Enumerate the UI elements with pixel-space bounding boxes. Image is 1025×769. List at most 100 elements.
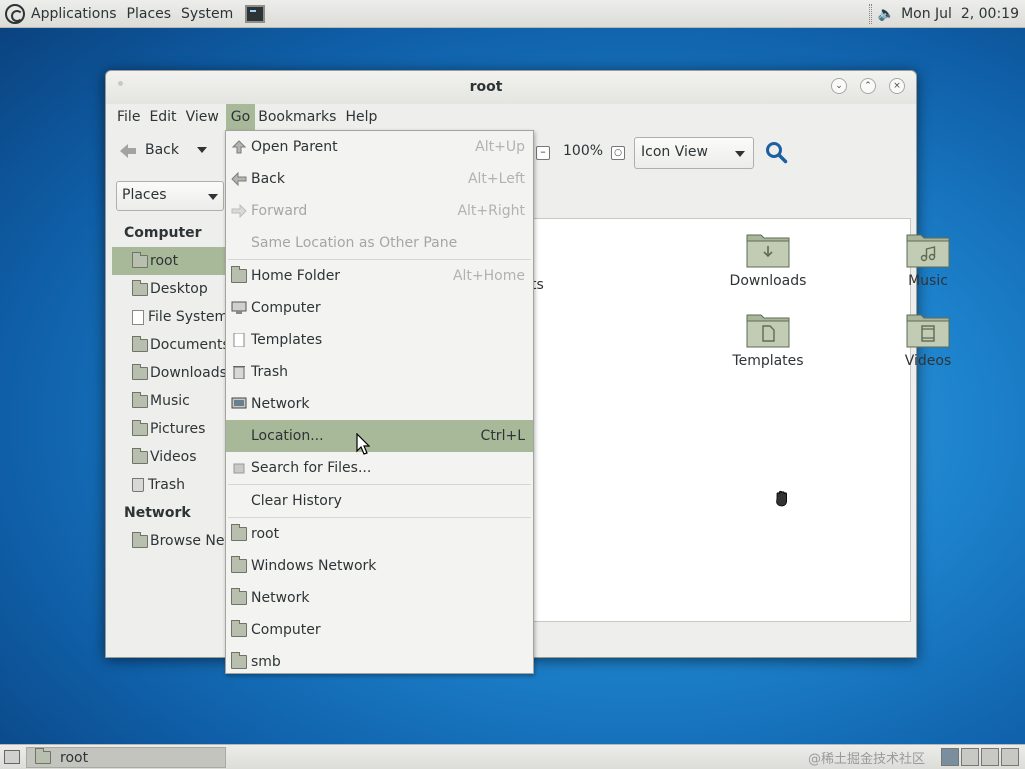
sidebar-mode-value: Places <box>122 187 167 203</box>
menu-edit[interactable]: Edit <box>149 104 182 130</box>
search-icon[interactable] <box>764 140 788 164</box>
go-menu-shortcut: Alt+Up <box>475 139 525 155</box>
sidebar-item-videos[interactable]: Videos <box>112 443 226 471</box>
go-menu-open-parent[interactable]: Open Parent Alt+Up <box>226 131 533 163</box>
go-menu-forward[interactable]: Forward Alt+Right <box>226 195 533 227</box>
go-menu-same-location[interactable]: Same Location as Other Pane <box>226 227 533 259</box>
sidebar-item-file-system[interactable]: File System <box>112 303 226 331</box>
folder-icon <box>132 419 148 436</box>
network-icon <box>132 531 148 548</box>
sidebar: Computer root Desktop File System Docume… <box>112 219 226 651</box>
workspace-4[interactable] <box>1001 748 1019 766</box>
go-menu-history-network[interactable]: Network <box>226 582 533 614</box>
top-panel: Applications Places System 🔈 Mon Jul 2, … <box>0 0 1025 28</box>
menu-help[interactable]: Help <box>345 104 383 130</box>
chevron-down-icon <box>735 151 745 157</box>
sidebar-heading-network: Network <box>124 505 191 521</box>
sidebar-item-label: Desktop <box>150 281 208 297</box>
go-menu-item-label: Computer <box>251 622 321 638</box>
show-desktop-icon[interactable] <box>4 750 20 764</box>
go-menu-templates[interactable]: Templates <box>226 324 533 356</box>
sidebar-item-root[interactable]: root <box>112 247 226 275</box>
clock[interactable]: Mon Jul 2, 00:19 <box>901 6 1019 22</box>
go-menu-search-files[interactable]: Search for Files... <box>226 452 533 484</box>
folder-icon <box>231 652 247 669</box>
system-menu[interactable]: System <box>181 0 243 28</box>
go-menu-history-root[interactable]: root <box>226 518 533 550</box>
go-menu-network[interactable]: Network <box>226 388 533 420</box>
go-menu-item-label: Network <box>251 396 310 412</box>
forward-arrow-icon <box>231 204 247 218</box>
go-menu-history-windows-network[interactable]: Windows Network <box>226 550 533 582</box>
taskbar-button-root[interactable]: root <box>26 747 226 768</box>
sidebar-item-label: Videos <box>150 449 197 465</box>
workspace-2[interactable] <box>961 748 979 766</box>
go-menu-history-computer[interactable]: Computer <box>226 614 533 646</box>
workspace-switcher <box>939 748 1019 766</box>
folder-icon <box>132 279 148 296</box>
videos-folder-icon <box>906 314 950 348</box>
file-item-templates[interactable]: Templates <box>713 309 823 369</box>
sidebar-item-trash[interactable]: Trash <box>112 471 226 499</box>
go-menu-clear-history[interactable]: Clear History <box>226 485 533 517</box>
sidebar-item-downloads[interactable]: Downloads <box>112 359 226 387</box>
terminal-icon[interactable] <box>245 4 266 23</box>
menu-go[interactable]: Go <box>225 104 256 130</box>
sidebar-item-desktop[interactable]: Desktop <box>112 275 226 303</box>
go-menu-shortcut: Ctrl+L <box>480 428 525 444</box>
go-menu-home-folder[interactable]: Home Folder Alt+Home <box>226 260 533 292</box>
go-menu-shortcut: Alt+Left <box>467 171 525 187</box>
file-icon <box>132 309 144 325</box>
places-menu-label: Places <box>126 5 172 22</box>
sidebar-mode-select[interactable]: Places <box>116 181 224 211</box>
file-item-videos[interactable]: Videos <box>873 309 983 369</box>
sidebar-item-label: root <box>150 253 179 269</box>
sidebar-item-pictures[interactable]: Pictures <box>112 415 226 443</box>
menu-bookmarks[interactable]: Bookmarks <box>258 104 342 130</box>
go-menu-history-smb[interactable]: smb <box>226 646 533 678</box>
sidebar-item-music[interactable]: Music <box>112 387 226 415</box>
minimize-button[interactable]: ⌄ <box>831 78 847 94</box>
go-menu-item-label: Clear History <box>251 493 342 509</box>
go-menu-location[interactable]: Location... Ctrl+L <box>226 420 533 452</box>
sidebar-item-label: Documents <box>150 337 226 353</box>
workspace-1[interactable] <box>941 748 959 766</box>
go-menu-item-label: Home Folder <box>251 268 341 284</box>
home-folder-icon <box>231 266 247 283</box>
go-menu-trash[interactable]: Trash <box>226 356 533 388</box>
folder-icon <box>35 748 51 764</box>
sidebar-item-label: File System <box>148 309 226 325</box>
zoom-out-button[interactable]: – <box>536 146 550 160</box>
file-item-label: Music <box>908 273 948 289</box>
mouse-pointer-icon <box>356 433 370 455</box>
go-menu-item-label: root <box>251 526 280 542</box>
file-item-music[interactable]: Music <box>873 229 983 289</box>
zoom-in-button[interactable]: ○ <box>611 146 625 160</box>
file-item-label: Templates <box>732 353 804 369</box>
search-files-icon <box>233 463 245 474</box>
applications-menu[interactable]: Applications <box>0 0 127 28</box>
close-button[interactable]: × <box>889 78 905 94</box>
places-menu[interactable]: Places <box>127 0 182 28</box>
sidebar-item-browse-network[interactable]: Browse Network <box>112 527 226 555</box>
workspace-3[interactable] <box>981 748 999 766</box>
folder-icon <box>231 620 247 637</box>
go-menu-back[interactable]: Back Alt+Left <box>226 163 533 195</box>
network-icon <box>231 397 247 409</box>
go-menu-shortcut: Alt+Right <box>457 203 525 219</box>
window-titlebar[interactable]: root ⌄ ⌃ × <box>106 71 916 104</box>
menu-view[interactable]: View <box>186 104 225 130</box>
back-button[interactable]: Back <box>120 142 207 158</box>
go-menu-item-label: Templates <box>251 332 323 348</box>
menu-file[interactable]: File <box>117 104 146 130</box>
maximize-button[interactable]: ⌃ <box>860 78 876 94</box>
back-history-dropdown-icon[interactable] <box>197 147 207 153</box>
file-item-downloads[interactable]: Downloads <box>713 229 823 289</box>
sidebar-item-label: Downloads <box>150 365 226 381</box>
sidebar-item-documents[interactable]: Documents <box>112 331 226 359</box>
go-menu-item-label: Back <box>251 171 285 187</box>
back-arrow-icon <box>231 172 247 186</box>
go-menu-computer[interactable]: Computer <box>226 292 533 324</box>
volume-icon[interactable]: 🔈 <box>878 6 895 22</box>
view-mode-select[interactable]: Icon View <box>634 137 754 169</box>
